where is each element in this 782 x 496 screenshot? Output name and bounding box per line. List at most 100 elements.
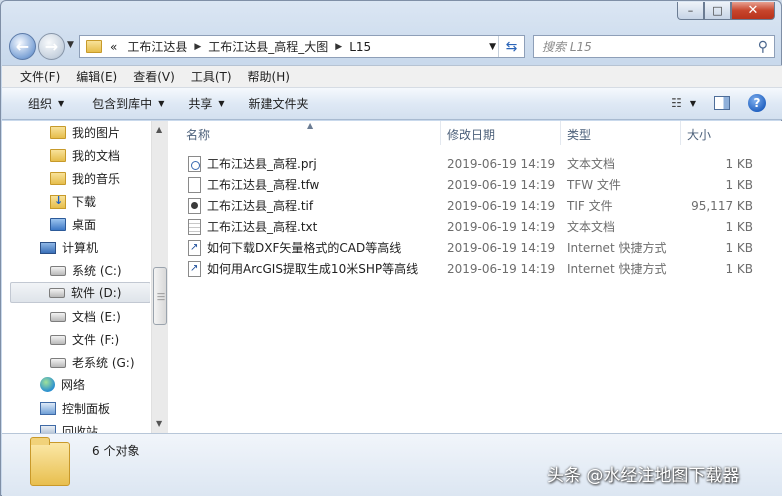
sidebar-item-label: 我的图片 [72, 126, 121, 140]
download-folder-icon [50, 194, 66, 209]
breadcrumb-item[interactable]: 工布江达县 [122, 38, 192, 55]
menu-help[interactable]: 帮助(H) [240, 68, 298, 85]
chevron-down-icon: ▼ [218, 99, 225, 108]
address-dropdown-icon[interactable]: ▼ [489, 42, 496, 52]
column-header-size[interactable]: 大小 [687, 121, 711, 147]
column-divider[interactable] [560, 121, 561, 145]
sidebar-item-recycle-bin[interactable]: 回收站 [40, 421, 98, 433]
file-name: 工布江达县_高程.tfw [207, 178, 320, 192]
column-header-modified[interactable]: 修改日期 [447, 121, 495, 147]
sidebar-item-documents[interactable]: 我的文档 [50, 145, 120, 166]
chevron-down-icon: ▼ [158, 99, 165, 108]
file-name: 工布江达县_高程.tif [207, 199, 314, 213]
sidebar-item-label: 控制面板 [62, 402, 111, 416]
view-options-button[interactable]: ☷ ▼ [671, 96, 696, 110]
sidebar-item-drive-e[interactable]: 文档 (E:) [50, 306, 121, 327]
close-button[interactable]: ✕ [731, 2, 775, 20]
breadcrumb-item[interactable]: L15 [344, 40, 376, 54]
preview-pane-icon[interactable] [714, 96, 730, 110]
organize-button[interactable]: 组织 ▼ [18, 95, 74, 112]
menu-tools[interactable]: 工具(T) [183, 68, 240, 85]
scroll-up-icon[interactable]: ▲ [156, 125, 162, 134]
sidebar-item-network[interactable]: 网络 [40, 374, 85, 395]
file-name-cell: 工布江达县_高程.txt [188, 216, 317, 237]
network-icon [40, 377, 55, 392]
file-row[interactable]: 工布江达县_高程.tfw 2019-06-19 14:19 TFW 文件 1 K… [172, 174, 782, 195]
drive-icon [50, 265, 66, 276]
sidebar-item-label: 回收站 [62, 425, 99, 433]
folder-icon [86, 40, 102, 53]
column-header-type[interactable]: 类型 [567, 121, 591, 147]
file-modified: 2019-06-19 14:19 [447, 261, 556, 276]
new-folder-button[interactable]: 新建文件夹 [239, 95, 319, 112]
shortcut-icon [188, 239, 201, 256]
sidebar-item-label: 下载 [72, 195, 97, 209]
computer-icon [40, 241, 56, 254]
include-library-label: 包含到库中 [92, 97, 153, 111]
folder-icon [50, 149, 66, 162]
shortcut-icon [188, 260, 201, 277]
sidebar-item-control-panel[interactable]: 控制面板 [40, 398, 110, 419]
forward-button[interactable]: → [38, 33, 65, 60]
search-icon[interactable]: ⚲ [758, 39, 768, 55]
help-icon[interactable]: ? [748, 94, 766, 112]
forward-arrow-icon: → [44, 37, 59, 56]
details-view-icon: ☷ [671, 96, 682, 110]
drive-icon [50, 357, 66, 368]
sidebar-item-drive-d[interactable]: 软件 (D:) [10, 282, 150, 303]
control-panel-icon [40, 402, 56, 415]
breadcrumb-separator-icon[interactable]: ▶ [192, 42, 203, 52]
maximize-button[interactable]: □ [704, 2, 731, 20]
share-button[interactable]: 共享 ▼ [178, 95, 234, 112]
file-row[interactable]: 如何用ArcGIS提取生成10米SHP等高线 2019-06-19 14:19 … [172, 258, 782, 279]
file-modified: 2019-06-19 14:19 [447, 177, 556, 192]
blank-file-icon [188, 176, 201, 193]
file-row[interactable]: 工布江达县_高程.tif 2019-06-19 14:19 TIF 文件 95,… [172, 195, 782, 216]
file-name: 工布江达县_高程.prj [207, 157, 317, 171]
sidebar-item-label: 计算机 [62, 241, 99, 255]
file-row[interactable]: 如何下载DXF矢量格式的CAD等高线 2019-06-19 14:19 Inte… [172, 237, 782, 258]
sort-ascending-icon: ▲ [307, 121, 314, 130]
file-size: 1 KB [725, 156, 753, 171]
file-row[interactable]: 工布江达县_高程.prj 2019-06-19 14:19 文本文档 1 KB [172, 153, 782, 174]
back-arrow-icon: ← [15, 37, 30, 56]
menu-view[interactable]: 查看(V) [125, 68, 183, 85]
sidebar-item-music[interactable]: 我的音乐 [50, 168, 120, 189]
sidebar-item-drive-g[interactable]: 老系统 (G:) [50, 352, 135, 373]
refresh-icon[interactable]: ⇆ [498, 36, 524, 57]
recent-pages-dropdown[interactable]: ▼ [67, 40, 74, 50]
drive-icon [50, 311, 66, 322]
sidebar-item-desktop[interactable]: 桌面 [50, 214, 96, 235]
sidebar-item-label: 文档 (E:) [72, 310, 121, 324]
scrollbar-thumb[interactable]: — — — [153, 267, 167, 325]
column-divider[interactable] [440, 121, 441, 145]
address-bar[interactable]: « 工布江达县 ▶ 工布江达县_高程_大图 ▶ L15 ▼ ⇆ [79, 35, 525, 58]
search-input[interactable]: 搜索 L15 ⚲ [533, 35, 775, 58]
menu-file[interactable]: 文件(F) [12, 68, 68, 85]
back-button[interactable]: ← [9, 33, 36, 60]
sidebar-item-drive-f[interactable]: 文件 (F:) [50, 329, 119, 350]
search-placeholder: 搜索 L15 [542, 40, 592, 54]
breadcrumb-overflow[interactable]: « [102, 40, 122, 54]
minimize-button[interactable]: – [677, 2, 704, 20]
menu-edit[interactable]: 编辑(E) [68, 68, 125, 85]
column-divider[interactable] [680, 121, 681, 145]
column-header-name[interactable]: 名称 [186, 121, 210, 147]
include-in-library-button[interactable]: 包含到库中 ▼ [82, 95, 174, 112]
sidebar-item-downloads[interactable]: 下载 [50, 191, 96, 212]
sidebar-item-label: 我的音乐 [72, 172, 121, 186]
sidebar-item-computer[interactable]: 计算机 [40, 237, 98, 258]
item-count: 6 个对象 [92, 444, 140, 458]
scroll-down-icon[interactable]: ▼ [156, 419, 162, 428]
file-row[interactable]: 工布江达县_高程.txt 2019-06-19 14:19 文本文档 1 KB [172, 216, 782, 237]
navigation-scrollbar[interactable]: ▲ — — — ▼ [151, 121, 168, 433]
organize-label: 组织 [28, 97, 53, 111]
file-list: ▲ 名称 修改日期 类型 大小 工布江达县_高程.prj 2019-06-19 … [172, 121, 782, 433]
sidebar-item-label: 我的文档 [72, 149, 121, 163]
breadcrumb-item[interactable]: 工布江达县_高程_大图 [203, 38, 333, 55]
drive-icon [50, 334, 66, 345]
breadcrumb-separator-icon[interactable]: ▶ [333, 42, 344, 52]
file-name-cell: 如何下载DXF矢量格式的CAD等高线 [188, 237, 401, 258]
sidebar-item-drive-c[interactable]: 系统 (C:) [50, 260, 122, 281]
sidebar-item-pictures[interactable]: 我的图片 [50, 122, 120, 143]
